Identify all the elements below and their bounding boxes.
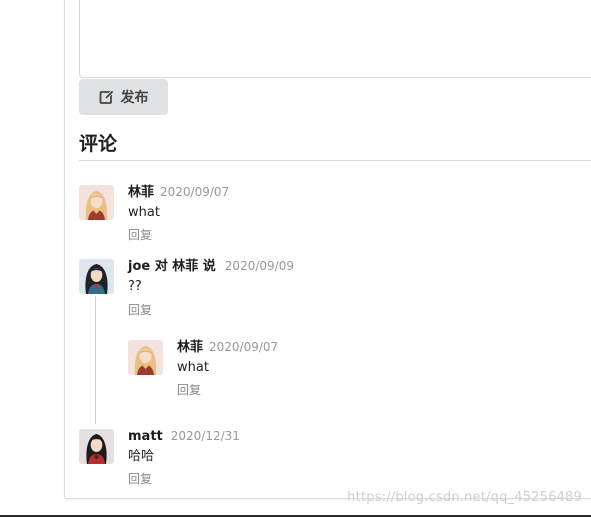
comment-date: 2020/12/31 (170, 429, 240, 443)
comment-text: 哈哈 (128, 449, 155, 464)
comment-text: what (128, 205, 160, 220)
comment-text: ?? (128, 279, 142, 294)
comment-date: 2020/09/09 (224, 259, 294, 273)
comment-meta: matt 2020/12/31 (128, 426, 240, 446)
comment-textarea[interactable] (79, 0, 591, 78)
comment-author[interactable]: matt (128, 429, 163, 444)
comment-meta: 林菲 2020/09/07 (177, 337, 278, 357)
comment-page: 发布 评论 林菲 2020/09/07 what 回复 joe 对 林菲 说 2… (0, 0, 591, 517)
publish-label: 发布 (120, 89, 149, 105)
comment-author[interactable]: 林菲 (128, 185, 154, 200)
comments-title: 评论 (79, 133, 118, 155)
comment-text: what (177, 360, 209, 375)
avatar[interactable] (79, 259, 114, 294)
avatar[interactable] (79, 185, 114, 220)
reply-link[interactable]: 回复 (128, 471, 152, 487)
reply-link[interactable]: 回复 (128, 227, 152, 243)
avatar[interactable] (128, 340, 163, 375)
thread-line (95, 296, 96, 424)
avatar[interactable] (79, 429, 114, 464)
edit-icon (99, 89, 115, 105)
comments-divider (79, 160, 591, 161)
publish-button[interactable]: 发布 (79, 79, 168, 115)
reply-link[interactable]: 回复 (177, 382, 201, 398)
watermark: https://blog.csdn.net/qq_45256489 (347, 490, 582, 505)
reply-link[interactable]: 回复 (128, 302, 152, 318)
comment-author[interactable]: joe 对 林菲 说 (128, 259, 216, 274)
comment-date: 2020/09/07 (160, 185, 230, 199)
comment-meta: 林菲 2020/09/07 (128, 182, 229, 202)
comment-date: 2020/09/07 (209, 340, 279, 354)
comment-author[interactable]: 林菲 (177, 340, 203, 355)
comment-meta: joe 对 林菲 说 2020/09/09 (128, 256, 294, 276)
